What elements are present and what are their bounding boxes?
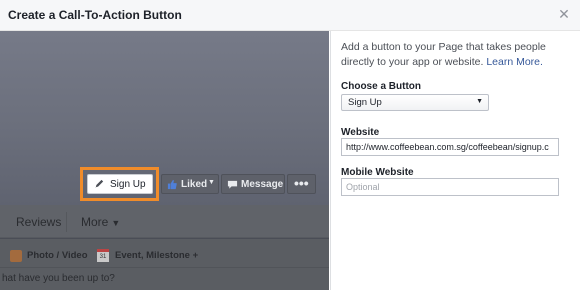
choose-button-label: Choose a Button <box>341 81 421 92</box>
sign-up-button[interactable]: Sign Up <box>87 174 153 194</box>
liked-label: Liked <box>181 179 208 190</box>
settings-panel: Add a button to your Page that takes peo… <box>330 31 580 290</box>
intro-text: Add a button to your Page that takes peo… <box>341 40 571 70</box>
mobile-website-input[interactable] <box>341 178 559 196</box>
calendar-icon: 31 <box>97 249 109 262</box>
close-icon[interactable]: ✕ <box>557 7 571 21</box>
website-label: Website <box>341 127 380 138</box>
choose-button-select[interactable]: Sign Up ▼ <box>341 94 489 111</box>
message-label: Message <box>241 179 284 190</box>
composer-prompt[interactable]: hat have you been up to? <box>2 273 115 284</box>
pencil-icon <box>95 179 104 188</box>
choose-button-value: Sign Up <box>348 97 382 108</box>
dialog-header: Create a Call-To-Action Button ✕ <box>0 0 580 31</box>
tab-more-label: More <box>81 215 109 229</box>
more-options-button[interactable]: ••• <box>287 174 316 194</box>
post-composer: Photo / Video 31 Event, Milestone + hat … <box>0 239 329 290</box>
learn-more-link[interactable]: Learn More. <box>486 56 543 68</box>
mobile-website-label: Mobile Website <box>341 167 414 178</box>
sign-up-label: Sign Up <box>110 179 146 190</box>
photo-icon <box>10 250 22 262</box>
tab-divider <box>66 212 67 232</box>
thumbs-up-icon <box>167 179 177 190</box>
event-milestone-button[interactable]: Event, Milestone + <box>115 250 198 261</box>
message-icon <box>227 180 238 189</box>
dialog-title: Create a Call-To-Action Button <box>8 8 182 22</box>
more-dots-icon: ••• <box>294 175 309 191</box>
page-preview: Reviews More ▼ Photo / Video 31 Event, Mi… <box>0 31 329 290</box>
composer-actions: Photo / Video 31 Event, Milestone + <box>0 246 329 268</box>
chevron-down-icon: ▼ <box>208 179 215 186</box>
tab-more[interactable]: More ▼ <box>81 215 120 229</box>
chevron-down-icon: ▼ <box>111 218 121 228</box>
cta-dialog: Create a Call-To-Action Button ✕ Reviews… <box>0 0 580 290</box>
website-input[interactable]: http://www.coffeebean.com.sg/coffeebean/… <box>341 138 559 156</box>
chevron-down-icon: ▼ <box>476 98 483 105</box>
tab-reviews[interactable]: Reviews <box>16 215 61 229</box>
photo-video-button[interactable]: Photo / Video <box>27 250 88 261</box>
liked-button[interactable]: Liked ▼ <box>161 174 219 194</box>
message-button[interactable]: Message <box>221 174 285 194</box>
page-tabs: Reviews More ▼ <box>0 205 329 238</box>
